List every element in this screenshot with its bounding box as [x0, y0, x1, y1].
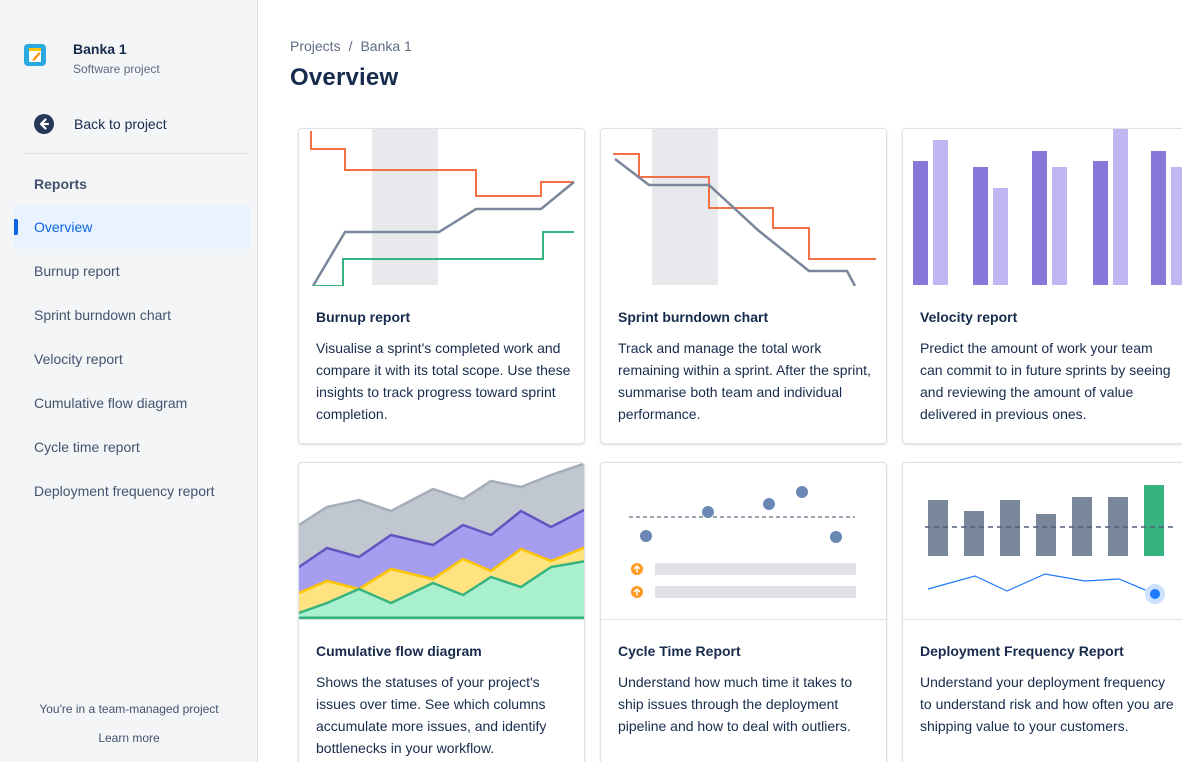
- sidebar-item-overview[interactable]: Overview: [14, 205, 250, 249]
- sidebar: Banka 1 Software project Back to project…: [0, 0, 258, 762]
- card-description: Understand your deployment frequency to …: [920, 674, 1174, 734]
- card-title: Cumulative flow diagram: [316, 643, 482, 659]
- breadcrumb: Projects / Banka 1: [290, 38, 412, 54]
- cfd-illustration: [299, 463, 584, 620]
- sidebar-item-deployment-frequency-report[interactable]: Deployment frequency report: [14, 469, 250, 513]
- sidebar-item-velocity-report[interactable]: Velocity report: [14, 337, 250, 381]
- breadcrumb-project-link[interactable]: Banka 1: [360, 38, 411, 54]
- cycle-time-card[interactable]: Cycle Time Report Understand how much ti…: [600, 462, 887, 762]
- deployment-frequency-card[interactable]: Deployment Frequency Report Understand y…: [902, 462, 1182, 762]
- burnup-report-card[interactable]: Burnup report Visualise a sprint's compl…: [298, 128, 585, 444]
- sidebar-item-burnup-report[interactable]: Burnup report: [14, 249, 250, 293]
- burndown-illustration: [601, 129, 886, 286]
- card-title: Velocity report: [920, 309, 1018, 325]
- card-description: Shows the statuses of your project's iss…: [316, 674, 547, 756]
- burnup-illustration: [299, 129, 584, 286]
- sidebar-item-cycle-time-report[interactable]: Cycle time report: [14, 425, 250, 469]
- velocity-illustration: [903, 129, 1182, 286]
- back-label: Back to project: [74, 116, 167, 132]
- back-to-project-button[interactable]: Back to project: [34, 114, 167, 134]
- deployment-frequency-illustration: [903, 463, 1182, 620]
- learn-more-link[interactable]: Learn more: [0, 731, 258, 745]
- velocity-report-card[interactable]: Velocity report Predict the amount of wo…: [902, 128, 1182, 444]
- project-type: Software project: [73, 62, 160, 76]
- project-avatar-icon: [24, 44, 46, 66]
- project-name: Banka 1: [73, 41, 127, 57]
- sidebar-item-cumulative-flow-diagram[interactable]: Cumulative flow diagram: [14, 381, 250, 425]
- card-description: Visualise a sprint's completed work and …: [316, 340, 571, 422]
- project-header[interactable]: Banka 1 Software project: [24, 40, 160, 78]
- cumulative-flow-card[interactable]: Cumulative flow diagram Shows the status…: [298, 462, 585, 762]
- reports-nav: Overview Burnup report Sprint burndown c…: [14, 205, 250, 513]
- card-description: Predict the amount of work your team can…: [920, 340, 1171, 422]
- sidebar-divider: [24, 153, 248, 154]
- page-title: Overview: [290, 64, 399, 91]
- arrow-up-circle-icon: [631, 563, 643, 575]
- team-managed-note: You're in a team-managed project: [39, 702, 219, 716]
- breadcrumb-separator: /: [348, 38, 353, 54]
- arrow-up-circle-icon: [631, 586, 643, 598]
- sidebar-item-sprint-burndown-chart[interactable]: Sprint burndown chart: [14, 293, 250, 337]
- card-title: Sprint burndown chart: [618, 309, 769, 325]
- card-title: Deployment Frequency Report: [920, 643, 1124, 659]
- card-title: Cycle Time Report: [618, 643, 741, 659]
- card-description: Understand how much time it takes to shi…: [618, 674, 853, 734]
- card-title: Burnup report: [316, 309, 411, 325]
- arrow-left-circle-icon: [34, 114, 54, 134]
- card-description: Track and manage the total work remainin…: [618, 340, 871, 422]
- sprint-burndown-card[interactable]: Sprint burndown chart Track and manage t…: [600, 128, 887, 444]
- reports-section-title: Reports: [34, 176, 87, 192]
- breadcrumb-projects-link[interactable]: Projects: [290, 38, 341, 54]
- cycle-time-illustration: [601, 463, 886, 620]
